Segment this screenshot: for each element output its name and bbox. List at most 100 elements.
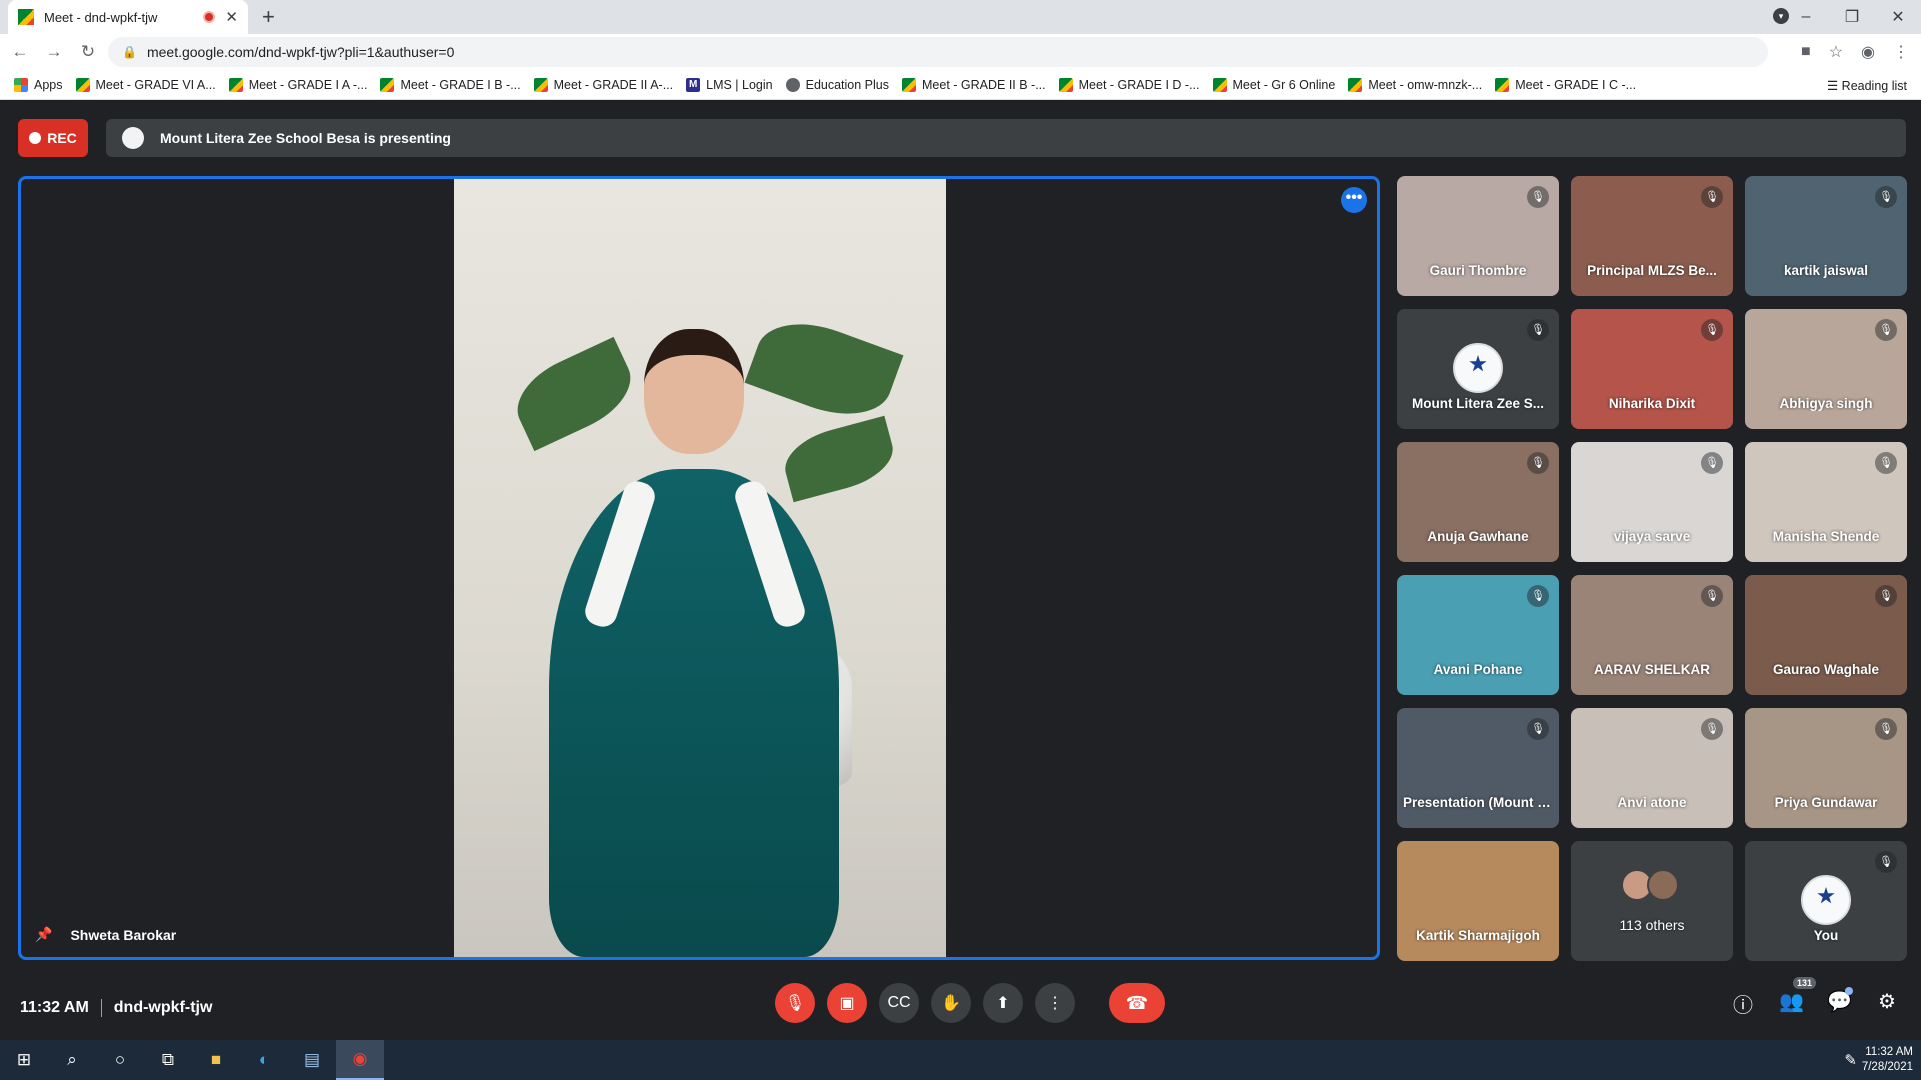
bookmark-item[interactable]: Meet - GRADE VI A... [75,77,216,92]
participant-name: Gaurao Waghale [1772,662,1880,677]
profile-icon[interactable]: ◉ [1861,42,1875,62]
file-explorer-icon[interactable]: ■ [192,1040,240,1080]
presenter-avatar [122,127,144,149]
bookmark-item[interactable]: Meet - GRADE II A-... [533,77,674,92]
chrome-icon[interactable]: ◉ [336,1040,384,1080]
lock-icon: 🔒 [122,45,137,59]
leave-call-button[interactable]: ☎ [1109,983,1165,1023]
meet-bookmark-icon [1495,77,1510,92]
bookmark-label: Meet - GRADE II B -... [922,77,1046,92]
stage-more-options-button[interactable]: ••• [1341,187,1367,213]
app-icon[interactable]: ▤ [288,1040,336,1080]
participant-tile[interactable]: 🎙 Gaurao Waghale [1745,575,1907,695]
edge-icon[interactable]: ◐ [240,1040,288,1080]
muted-mic-icon: 🎙 [1701,718,1723,740]
participant-tile[interactable]: 🎙 Principal MLZS Be... [1571,176,1733,296]
address-bar[interactable]: 🔒 meet.google.com/dnd-wpkf-tjw?pli=1&aut… [108,37,1768,67]
stage-participant-name: 📌 Shweta Barokar [35,926,176,943]
rec-dot-icon [29,132,42,144]
participant-tile[interactable]: 🎙 Gauri Thombre [1397,176,1559,296]
meeting-time: 11:32 AM [20,999,89,1016]
rec-label: REC [47,130,77,146]
people-icon[interactable]: 👥 131 [1779,977,1817,1018]
participant-tile[interactable]: 🎙 Priya Gundawar [1745,708,1907,828]
bookmark-item[interactable]: Meet - GRADE I A -... [228,77,367,92]
call-controls: 🎙 ▣ CC ✋ ⬆ ⋮ ☎ [775,983,1165,1023]
mic-off-button[interactable]: 🎙 [775,983,815,1023]
meeting-details-icon[interactable]: ⓘ [1731,989,1755,1018]
chat-icon[interactable]: 💬 [1827,987,1853,1018]
tab-close-button[interactable]: ✕ [225,8,238,26]
restore-button[interactable]: ❐ [1829,7,1875,27]
raise-hand-button[interactable]: ✋ [931,983,971,1023]
pen-icon[interactable]: ✎ [1844,1051,1857,1069]
participant-tile[interactable]: 🎙 AARAV SHELKAR [1571,575,1733,695]
meeting-code: dnd-wpkf-tjw [113,999,213,1016]
muted-mic-icon: 🎙 [1875,585,1897,607]
bookmark-item[interactable]: Meet - GRADE I B -... [380,77,521,92]
bookmark-item[interactable]: Apps [14,77,63,92]
lms-bookmark-icon: M [686,77,701,92]
search-icon[interactable]: ⌕ [48,1040,96,1080]
task-view-icon[interactable]: ⧉ [144,1040,192,1080]
bookmark-item[interactable]: M LMS | Login [686,77,773,92]
bookmark-label: Education Plus [805,77,889,92]
bookmark-label: Meet - GRADE II A-... [553,77,674,92]
bookmark-item[interactable]: Meet - GRADE II B -... [902,77,1046,92]
others-tile[interactable]: 113 others [1571,841,1733,961]
participant-tile[interactable]: 🎙 Manisha Shende [1745,442,1907,562]
windows-start-icon[interactable]: ⊞ [0,1040,48,1080]
participant-tile[interactable]: 🎙 Avani Pohane [1397,575,1559,695]
participant-name: Kartik Sharmajigoh [1416,928,1540,943]
participant-tile[interactable]: 🎙 vijaya sarve [1571,442,1733,562]
muted-mic-icon: 🎙 [1875,186,1897,208]
side-panel-controls: ⓘ 👥 131 💬 ⚙ [1731,977,1899,1018]
main-stage-video[interactable]: ••• 📌 Shweta Barokar [18,176,1380,960]
browser-menu-icon[interactable]: ⋮ [1893,42,1909,62]
participant-tile[interactable]: 🎙 You [1745,841,1907,961]
participant-tile[interactable]: 🎙 Anuja Gawhane [1397,442,1559,562]
participant-tile[interactable]: 🎙 Niharika Dixit [1571,309,1733,429]
bookmark-star-icon[interactable]: ☆ [1829,42,1843,62]
reload-button[interactable]: ↻ [74,42,102,62]
close-window-button[interactable]: ✕ [1875,7,1921,27]
minimize-button[interactable]: – [1783,8,1829,26]
participant-tile[interactable]: Kartik Sharmajigoh [1397,841,1559,961]
participant-tile[interactable]: 🎙 Abhigya singh [1745,309,1907,429]
camera-off-button[interactable]: ▣ [827,983,867,1023]
forward-button[interactable]: → [40,42,68,62]
camera-icon[interactable]: ■ [1801,43,1811,61]
activities-icon[interactable]: ⚙ [1875,989,1899,1018]
participant-name: Priya Gundawar [1774,795,1878,810]
url-text: meet.google.com/dnd-wpkf-tjw?pli=1&authu… [146,44,455,60]
more-options-button[interactable]: ⋮ [1035,983,1075,1023]
unread-dot [1845,987,1853,995]
cortana-icon[interactable]: ○ [96,1040,144,1080]
bookmark-item[interactable]: Education Plus [785,77,889,92]
bookmark-item[interactable]: Meet - omw-mnzk-... [1348,77,1483,92]
new-tab-button[interactable]: + [262,4,275,30]
participant-name: Gauri Thombre [1429,263,1527,278]
taskbar-clock[interactable]: 11:32 AM 7/28/2021 [1862,1045,1913,1075]
participant-tile[interactable]: 🎙 Anvi atone [1571,708,1733,828]
bookmark-item[interactable]: Meet - GRADE I C -... [1495,77,1636,92]
participant-tile[interactable]: 🎙 kartik jaiswal [1745,176,1907,296]
browser-tab[interactable]: Meet - dnd-wpkf-tjw ✕ [8,0,248,34]
presenter-head [644,329,744,454]
school-logo-avatar [1801,875,1851,925]
plant-leaf [778,415,900,503]
bookmark-item[interactable]: Meet - Gr 6 Online [1212,77,1335,92]
participant-tile[interactable]: 🎙 Mount Litera Zee S... [1397,309,1559,429]
participant-tile[interactable]: 🎙 Presentation (Mount Liter... [1397,708,1559,828]
present-screen-button[interactable]: ⬆ [983,983,1023,1023]
muted-mic-icon: 🎙 [1701,452,1723,474]
bookmark-label: LMS | Login [706,77,773,92]
bookmark-item[interactable]: Meet - GRADE I D -... [1058,77,1200,92]
bookmark-label: Meet - GRADE I D -... [1078,77,1200,92]
captions-button[interactable]: CC [879,983,919,1023]
reading-list-button[interactable]: ☰ Reading list [1827,78,1907,93]
participant-name: Avani Pohane [1433,662,1523,677]
bookmark-label: Meet - omw-mnzk-... [1368,77,1483,92]
back-button[interactable]: ← [6,42,34,62]
participant-name: Presentation (Mount Liter... [1403,795,1559,810]
